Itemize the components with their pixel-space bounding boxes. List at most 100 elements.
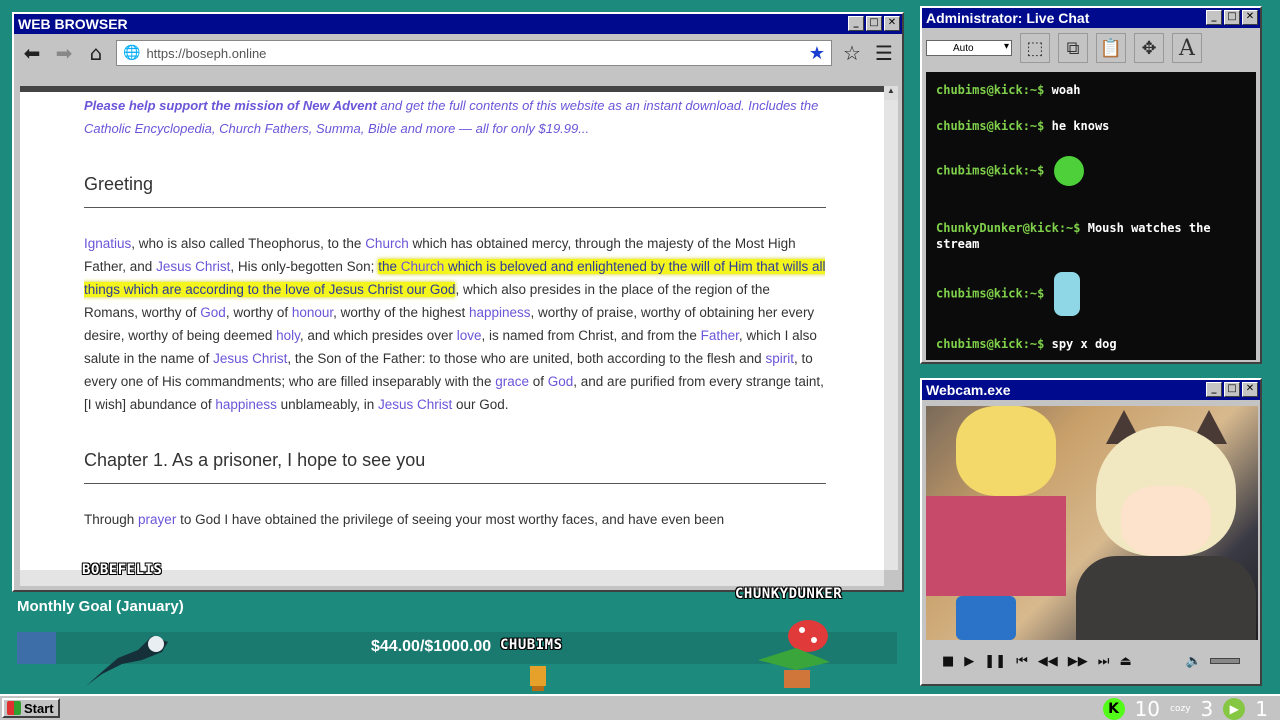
link-god[interactable]: God <box>548 374 574 389</box>
media-controls: ■ ▶ ❚❚ ⏮ ◀◀ ▶▶ ⏭ ⏏ 🔈 <box>926 646 1258 676</box>
close-button[interactable]: ✕ <box>1242 10 1258 25</box>
link-honour[interactable]: honour <box>292 305 333 320</box>
link-happiness[interactable]: happiness <box>215 397 277 412</box>
globe-icon: 🌐 <box>123 45 141 61</box>
anime-girl-emote-icon <box>1054 272 1081 316</box>
chat-title: Administrator: Live Chat <box>926 10 1090 26</box>
page-viewport: Please help support the mission of New A… <box>20 86 884 570</box>
pillow-image <box>956 406 1056 496</box>
goal-title: Monthly Goal (January) <box>17 598 184 615</box>
link-jesus-christ[interactable]: Jesus Christ <box>213 351 287 366</box>
live-chat-window: Administrator: Live Chat _ □ ✕ Auto ⬚ ⧉ … <box>920 6 1262 364</box>
scroll-up-arrow-icon[interactable]: ▲ <box>884 86 898 100</box>
promo-text: Please help support the mission of New A… <box>84 98 819 136</box>
vertical-scrollbar[interactable]: ▲ <box>884 86 898 570</box>
browser-titlebar[interactable]: WEB BROWSER _ □ ✕ <box>14 14 902 34</box>
eject-icon[interactable]: ⏏ <box>1120 654 1132 669</box>
promo-link[interactable]: Please help support the mission of New A… <box>84 98 377 113</box>
browser-window: WEB BROWSER _ □ ✕ ⬅ ➡ ⌂ 🌐 https://boseph… <box>12 12 904 592</box>
skip-end-icon[interactable]: ⏭ <box>1098 654 1110 669</box>
page-content: Please help support the mission of New A… <box>84 92 826 531</box>
minimize-button[interactable]: _ <box>1206 382 1222 397</box>
menu-icon[interactable]: ☰ <box>872 41 896 65</box>
browser-navbar: ⬅ ➡ ⌂ 🌐 https://boseph.online ★ ☆ ☰ <box>14 34 902 72</box>
font-size-select[interactable]: Auto <box>926 40 1012 56</box>
browser-title: WEB BROWSER <box>18 16 128 32</box>
webcam-titlebar[interactable]: Webcam.exe _ □ ✕ <box>922 380 1260 400</box>
webcam-title: Webcam.exe <box>926 382 1011 398</box>
link-god[interactable]: God <box>200 305 226 320</box>
chat-message: chubims@kick:~$ he knows <box>936 119 1110 133</box>
link-holy[interactable]: holy <box>276 328 300 343</box>
link-grace[interactable]: grace <box>495 374 529 389</box>
cozy-icon[interactable]: cozy <box>1170 704 1191 714</box>
favorites-star-icon[interactable]: ☆ <box>840 41 864 65</box>
link-spirit[interactable]: spirit <box>765 351 794 366</box>
forward-arrow-icon[interactable]: ➡ <box>52 41 76 65</box>
windows-logo-icon <box>7 701 21 715</box>
link-church[interactable]: Church <box>401 259 445 274</box>
rumble-play-icon[interactable]: ▶ <box>1223 698 1246 720</box>
home-icon[interactable]: ⌂ <box>84 41 108 65</box>
goal-progress-fill <box>17 632 56 664</box>
rewind-icon[interactable]: ◀◀ <box>1038 654 1058 669</box>
green-emote-icon <box>1054 156 1085 186</box>
link-jesus-christ[interactable]: Jesus Christ <box>156 259 230 274</box>
chat-toolbar: Auto ⬚ ⧉ 📋 ✥ A <box>922 28 1260 68</box>
fast-forward-icon[interactable]: ▶▶ <box>1068 654 1088 669</box>
address-bar[interactable]: 🌐 https://boseph.online ★ <box>116 40 832 66</box>
duck-sprite-image <box>524 660 552 692</box>
bookmark-star-icon[interactable]: ★ <box>809 43 825 64</box>
chat-terminal: chubims@kick:~$ woah chubims@kick:~$ he … <box>926 72 1256 360</box>
maximize-button[interactable]: □ <box>866 16 882 31</box>
ninja-sprite-image <box>82 630 172 690</box>
url-text[interactable]: https://boseph.online <box>146 46 802 61</box>
link-father[interactable]: Father <box>701 328 739 343</box>
minimize-button[interactable]: _ <box>848 16 864 31</box>
avatar-face-image <box>1121 486 1211 556</box>
stop-icon[interactable]: ■ <box>942 654 954 669</box>
taskbar: Start K 10 cozy 3 ▶ 1 <box>0 694 1280 720</box>
copy-icon[interactable]: ⧉ <box>1058 33 1088 63</box>
heading-chapter-1: Chapter 1. As a prisoner, I hope to see … <box>84 450 826 484</box>
pause-icon[interactable]: ❚❚ <box>984 654 1006 669</box>
link-love[interactable]: love <box>457 328 482 343</box>
viewer-name-overlay: CHUNKYDUNKER <box>735 586 843 602</box>
avatar-body-image <box>1076 556 1256 640</box>
chat-message: chubims@kick:~$ <box>936 272 1236 316</box>
webcam-window: Webcam.exe _ □ ✕ ■ ▶ ❚❚ ⏮ ◀◀ ▶▶ ⏭ ⏏ 🔈 <box>920 378 1262 686</box>
skip-start-icon[interactable]: ⏮ <box>1016 654 1028 669</box>
mug-image <box>956 596 1016 640</box>
bed-image <box>926 496 1066 596</box>
close-button[interactable]: ✕ <box>1242 382 1258 397</box>
chat-titlebar[interactable]: Administrator: Live Chat _ □ ✕ <box>922 8 1260 28</box>
piranha-plant-sprite-image <box>756 618 836 690</box>
cozy-viewer-count: 3 <box>1200 697 1214 720</box>
viewer-name-overlay: CHUBIMS <box>500 637 563 653</box>
greeting-paragraph: Ignatius, who is also called Theophorus,… <box>84 236 826 412</box>
link-prayer[interactable]: prayer <box>138 512 176 527</box>
select-icon[interactable]: ⬚ <box>1020 33 1050 63</box>
minimize-button[interactable]: _ <box>1206 10 1222 25</box>
link-ignatius[interactable]: Ignatius <box>84 236 131 251</box>
chat-message: chubims@kick:~$ spy x dog <box>936 337 1117 351</box>
kick-logo-icon[interactable]: K <box>1102 698 1125 720</box>
chat-message: chubims@kick:~$ <box>936 156 1236 186</box>
paste-icon[interactable]: 📋 <box>1096 33 1126 63</box>
play-icon[interactable]: ▶ <box>964 654 974 669</box>
volume-icon[interactable]: 🔈 <box>1186 654 1202 669</box>
volume-slider[interactable] <box>1210 658 1240 664</box>
maximize-button[interactable]: □ <box>1224 10 1240 25</box>
font-icon[interactable]: A <box>1172 33 1202 63</box>
chat-message: chubims@kick:~$ woah <box>936 83 1081 97</box>
close-button[interactable]: ✕ <box>884 16 900 31</box>
link-happiness[interactable]: happiness <box>469 305 531 320</box>
link-jesus-christ[interactable]: Jesus Christ <box>378 397 452 412</box>
fullscreen-icon[interactable]: ✥ <box>1134 33 1164 63</box>
link-church[interactable]: Church <box>365 236 409 251</box>
heading-greeting: Greeting <box>84 174 826 208</box>
back-arrow-icon[interactable]: ⬅ <box>20 41 44 65</box>
start-button[interactable]: Start <box>2 698 60 718</box>
chat-message: ChunkyDunker@kick:~$ Moush watches the s… <box>936 221 1211 251</box>
maximize-button[interactable]: □ <box>1224 382 1240 397</box>
